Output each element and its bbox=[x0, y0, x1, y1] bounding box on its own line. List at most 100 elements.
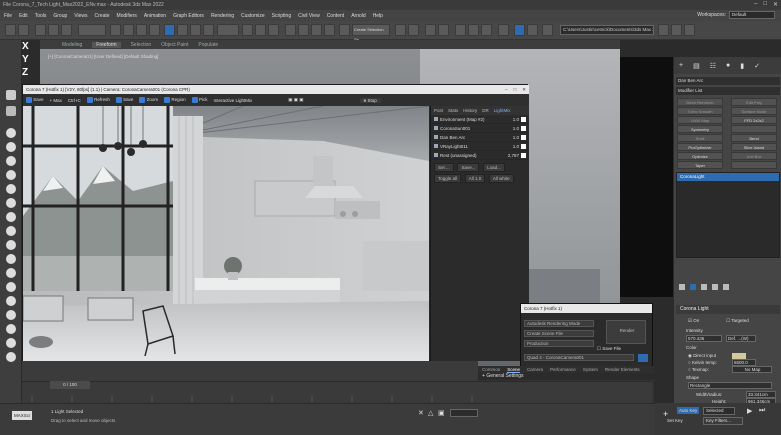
x-coordinate-field[interactable] bbox=[450, 409, 478, 417]
menu-create[interactable]: Create bbox=[95, 13, 110, 19]
modifier-button[interactable] bbox=[731, 161, 777, 169]
pivot-center-icon[interactable] bbox=[242, 24, 253, 36]
menu-help[interactable]: Help bbox=[373, 13, 383, 19]
layer-value[interactable]: 1.0 bbox=[513, 144, 519, 149]
hierarchy-tab-icon[interactable]: ☷ bbox=[710, 62, 716, 70]
doors-icon[interactable] bbox=[6, 282, 16, 292]
modifier-button[interactable] bbox=[731, 125, 777, 133]
menu-tools[interactable]: Tools bbox=[35, 13, 47, 19]
lightmix-toggle-all-button[interactable]: Toggle all bbox=[434, 174, 462, 183]
lightmix-layer[interactable]: VRayLight011 1.0 bbox=[431, 142, 529, 151]
windows-icon[interactable] bbox=[6, 296, 16, 306]
targeted-checkbox[interactable]: ☐ Targeted bbox=[726, 318, 749, 324]
vfb-refresh-button[interactable]: Refresh bbox=[86, 97, 110, 103]
width-field[interactable]: 33.341cm bbox=[746, 391, 776, 398]
intensity-field[interactable]: 570.436 bbox=[686, 335, 722, 342]
undo-icon[interactable] bbox=[5, 24, 16, 36]
menu-graph-editors[interactable]: Graph Editors bbox=[173, 13, 204, 19]
place-icon[interactable] bbox=[203, 24, 214, 36]
lightmix-all-white-button[interactable]: All white bbox=[488, 174, 514, 183]
angle-snap-icon[interactable] bbox=[298, 24, 309, 36]
vfb-pick-button[interactable]: Pick bbox=[191, 97, 207, 103]
tab-common[interactable]: Common bbox=[482, 366, 500, 373]
foliage-icon[interactable] bbox=[6, 338, 16, 348]
spacewarp-icon[interactable] bbox=[6, 184, 16, 194]
display-tab-icon[interactable]: ▮ bbox=[740, 62, 744, 70]
modifier-button[interactable]: Edit Poly bbox=[731, 98, 777, 106]
layer-color-swatch[interactable] bbox=[521, 134, 526, 140]
make-unique-icon[interactable] bbox=[701, 284, 707, 290]
redo-icon[interactable] bbox=[18, 24, 29, 36]
bind-space-warp-icon[interactable] bbox=[61, 24, 72, 36]
lightmix-load-button[interactable]: Load... bbox=[483, 163, 505, 172]
compound-icon[interactable] bbox=[6, 226, 16, 236]
system-icon[interactable] bbox=[6, 198, 16, 208]
object-name-field[interactable]: Dan Ben Arc bbox=[676, 77, 780, 85]
lightmix-save-button[interactable]: Save... bbox=[457, 163, 480, 172]
unlink-icon[interactable] bbox=[48, 24, 59, 36]
schematic-view-icon[interactable] bbox=[468, 24, 479, 36]
particle-icon[interactable] bbox=[6, 240, 16, 250]
play-icon[interactable]: ▶ bbox=[747, 407, 752, 415]
vfb-stop-button[interactable]: ■ Stop bbox=[359, 97, 381, 103]
tab-performance[interactable]: Performance bbox=[550, 366, 576, 373]
vfb-minimize-icon[interactable]: – bbox=[505, 85, 508, 94]
link-icon[interactable] bbox=[35, 24, 46, 36]
tab-dr[interactable]: DR bbox=[482, 108, 489, 113]
layer-value[interactable]: 1.0 bbox=[513, 135, 519, 140]
select-and-move-icon[interactable] bbox=[164, 24, 175, 36]
stairs-icon[interactable] bbox=[6, 310, 16, 320]
intensity-unit-dropdown[interactable]: Def. ...(W) bbox=[726, 335, 756, 342]
save-file-checkbox[interactable]: ☐ Save File bbox=[597, 346, 621, 352]
view-dropdown[interactable]: Quad 4 - CoronaCamera001 bbox=[524, 354, 634, 361]
window-crossing-icon[interactable] bbox=[149, 24, 160, 36]
curve-editor-icon[interactable] bbox=[455, 24, 466, 36]
shapes-icon[interactable] bbox=[6, 212, 16, 222]
selection-filter-dropdown[interactable] bbox=[78, 24, 106, 36]
sphere-icon[interactable] bbox=[6, 128, 16, 138]
patch-icon[interactable] bbox=[6, 254, 16, 264]
tab-render-elements[interactable]: Render Elements bbox=[605, 366, 640, 373]
ribbon-tab-freeform[interactable]: Freeform bbox=[92, 41, 121, 48]
set-key-button[interactable]: Set Key bbox=[667, 418, 683, 423]
axis-z[interactable]: Z bbox=[22, 66, 40, 79]
modifier-button[interactable]: Bend bbox=[731, 134, 777, 142]
create-tab-icon[interactable]: + bbox=[679, 62, 683, 69]
menu-modifiers[interactable]: Modifiers bbox=[117, 13, 137, 19]
tab-stats[interactable]: Stats bbox=[448, 108, 458, 113]
layer-checkbox[interactable] bbox=[434, 135, 438, 139]
next-frame-icon[interactable]: ⏭ bbox=[759, 407, 765, 415]
layer-checkbox[interactable] bbox=[434, 126, 438, 130]
menu-rendering[interactable]: Rendering bbox=[211, 13, 234, 19]
nurbs-icon[interactable] bbox=[6, 268, 16, 278]
auto-key-button[interactable]: Auto Key bbox=[677, 407, 700, 414]
ribbon-tab-populate[interactable]: Populate bbox=[198, 42, 218, 48]
percent-snap-icon[interactable] bbox=[311, 24, 322, 36]
close-icon[interactable]: ✕ bbox=[773, 1, 778, 8]
menu-civil-view[interactable]: Civil View bbox=[298, 13, 320, 19]
vfb-save2-button[interactable]: Save bbox=[115, 97, 133, 103]
layer-value[interactable]: 2,787 bbox=[508, 153, 519, 158]
render-button[interactable]: Render bbox=[606, 320, 646, 344]
on-checkbox[interactable]: ☑ On bbox=[688, 318, 699, 324]
menu-scripting[interactable]: Scripting bbox=[272, 13, 291, 19]
rollout-header[interactable]: Corona Light bbox=[676, 305, 780, 314]
lightmix-layer[interactable]: Dan Ben Arc 1.0 bbox=[431, 133, 529, 142]
motion-tab-icon[interactable]: ● bbox=[726, 62, 730, 69]
light-icon[interactable] bbox=[6, 142, 16, 152]
vfb-max-button[interactable]: + Max bbox=[50, 98, 62, 103]
tab-system[interactable]: System bbox=[583, 366, 598, 373]
layer-color-swatch[interactable] bbox=[521, 152, 526, 158]
vfb-ctrlc-button[interactable]: Ctrl+C bbox=[68, 98, 81, 103]
render-iterative-icon[interactable] bbox=[542, 24, 553, 36]
hair-icon[interactable] bbox=[6, 352, 16, 362]
tab-post[interactable]: Post bbox=[434, 108, 443, 113]
kelvin-field[interactable]: 6500.0 bbox=[732, 359, 756, 366]
render-image[interactable] bbox=[23, 106, 429, 361]
lightmix-layer[interactable]: Rest (unassigned) 2,787 bbox=[431, 151, 529, 160]
axis-y[interactable]: Y bbox=[22, 53, 40, 66]
minimize-icon[interactable]: – bbox=[754, 1, 757, 8]
vfb-close-icon[interactable]: ✕ bbox=[522, 85, 526, 94]
preset-dropdown[interactable]: Create Scene File bbox=[524, 330, 594, 337]
modifier-button[interactable]: Turbo Smooth bbox=[677, 107, 723, 115]
